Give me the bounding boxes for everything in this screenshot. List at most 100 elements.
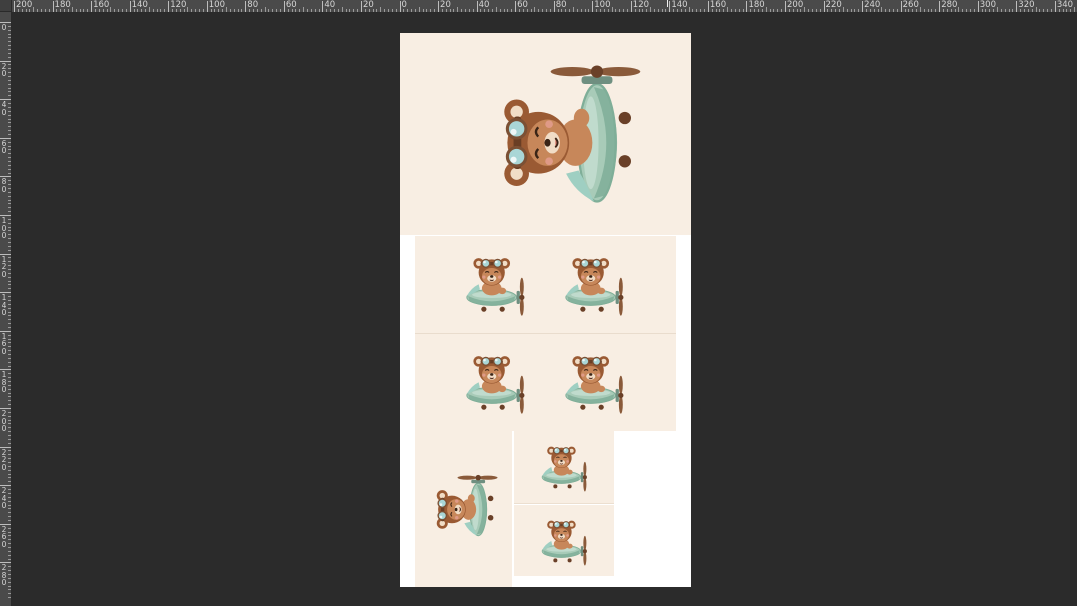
ruler-tick-minor: [954, 9, 956, 12]
ruler-tick-major: [1054, 1, 1056, 12]
artwork-panel-small-top[interactable]: [514, 431, 614, 504]
ruler-label: 280: [1, 563, 7, 588]
ruler-tick-minor: [985, 9, 987, 12]
ruler-tick-minor: [249, 9, 251, 12]
ruler-tick-minor: [461, 9, 463, 12]
ruler-tick-minor: [1043, 9, 1045, 12]
bear-pilot-illustration-large: [504, 65, 641, 203]
ruler-label: 20: [1, 61, 7, 79]
artwork-panel-row2[interactable]: [415, 334, 676, 431]
ruler-tick-minor: [8, 153, 11, 155]
ruler-tick-minor: [912, 9, 914, 12]
document-canvas[interactable]: [400, 33, 691, 587]
ruler-tick-minor: [534, 7, 536, 12]
ruler-tick-minor: [48, 9, 50, 12]
ruler-tick-minor: [175, 9, 177, 12]
ruler-tick-minor: [804, 7, 806, 12]
ruler-tick-major: [168, 1, 170, 12]
ruler-tick-minor: [811, 9, 813, 12]
ruler-tick-minor: [8, 133, 11, 135]
ruler-tick-major: [52, 1, 54, 12]
ruler-tick-minor: [657, 9, 659, 12]
ruler-tick-minor: [723, 9, 725, 12]
ruler-tick-minor: [306, 9, 308, 12]
ruler-tick-minor: [145, 9, 147, 12]
ruler-tick-minor: [611, 7, 613, 12]
ruler-tick-minor: [384, 9, 386, 12]
ruler-tick-minor: [79, 9, 81, 12]
ruler-tick-minor: [8, 269, 11, 271]
horizontal-ruler[interactable]: 200 180 160 140 120 100 80 60 40 20 0 20 40 60 80 100 12…: [12, 0, 1077, 13]
ruler-tick-minor: [449, 9, 451, 12]
ruler-tick-minor: [8, 527, 11, 529]
artwork-panel-bottom-left[interactable]: [415, 431, 512, 587]
artwork-panel-row1[interactable]: [415, 236, 676, 334]
ruler-tick-minor: [310, 9, 312, 12]
ruler-tick-minor: [8, 203, 11, 205]
ruler-tick-minor: [8, 373, 11, 375]
ruler-tick-major: [206, 1, 208, 12]
ruler-tick-minor: [8, 357, 11, 359]
ruler-tick-minor: [522, 9, 524, 12]
workspace[interactable]: 200 180 160 140 120 100 80 60 40 20 0 20 40 60 80 100 12…: [0, 0, 1077, 606]
ruler-tick-minor: [256, 9, 258, 12]
ruler-tick-minor: [202, 9, 204, 12]
ruler-tick-minor: [279, 9, 281, 12]
ruler-tick-minor: [8, 353, 11, 355]
ruler-tick-minor: [8, 303, 11, 305]
ruler-tick-minor: [8, 149, 11, 151]
ruler-tick-minor: [8, 276, 11, 278]
ruler-tick-minor: [8, 45, 11, 47]
ruler-tick-minor: [8, 245, 11, 247]
ruler-tick-minor: [819, 9, 821, 12]
ruler-tick-minor: [102, 9, 104, 12]
ruler-tick-minor: [8, 218, 11, 220]
ruler-tick-minor: [17, 9, 19, 12]
artwork-panel-large-cover[interactable]: [400, 33, 691, 235]
ruler-tick-minor: [29, 9, 31, 12]
ruler-tick-minor: [44, 9, 46, 12]
ruler-tick-minor: [8, 546, 11, 548]
ruler-tick-minor: [152, 9, 154, 12]
ruler-tick-minor: [1050, 9, 1052, 12]
ruler-tick-minor: [8, 350, 11, 352]
ruler-tick-minor: [8, 516, 11, 518]
ruler-tick-minor: [8, 296, 11, 298]
ruler-tick-minor: [800, 9, 802, 12]
ruler-tick-minor: [8, 191, 11, 193]
ruler-tick-minor: [8, 496, 11, 498]
ruler-tick-minor: [850, 9, 852, 12]
ruler-tick-minor: [680, 9, 682, 12]
ruler-tick-minor: [8, 431, 11, 433]
ruler-tick-minor: [318, 9, 320, 12]
ruler-tick-minor: [8, 512, 11, 514]
ruler-tick-minor: [8, 404, 11, 406]
ruler-tick-minor: [750, 9, 752, 12]
ruler-tick-minor: [8, 230, 11, 232]
ruler-tick-minor: [950, 9, 952, 12]
ruler-tick-minor: [923, 9, 925, 12]
ruler-tick-minor: [287, 9, 289, 12]
artwork-panel-small-bottom[interactable]: [514, 505, 614, 576]
ruler-tick-minor: [341, 7, 343, 12]
ruler-tick-minor: [8, 130, 11, 132]
ruler-tick-major: [322, 1, 324, 12]
ruler-tick-minor: [545, 9, 547, 12]
ruler-tick-minor: [8, 384, 11, 386]
ruler-tick-minor: [8, 543, 11, 545]
ruler-tick-minor: [8, 315, 11, 317]
ruler-tick-minor: [576, 9, 578, 12]
ruler-tick-minor: [441, 9, 443, 12]
ruler-tick-minor: [195, 9, 197, 12]
ruler-origin-corner[interactable]: [0, 0, 12, 12]
bear-pilot-illustration: [466, 356, 525, 414]
ruler-tick-minor: [588, 9, 590, 12]
ruler-tick-minor: [172, 9, 174, 12]
ruler-tick-minor: [137, 9, 139, 12]
ruler-tick-minor: [83, 9, 85, 12]
ruler-label: 140: [1, 293, 7, 318]
ruler-tick-minor: [8, 52, 11, 54]
vertical-ruler[interactable]: 0 20 40 60 80 100 120 140 160 180 200 220 240 260 280: [0, 12, 12, 606]
ruler-tick-minor: [237, 9, 239, 12]
ruler-tick-minor: [788, 9, 790, 12]
